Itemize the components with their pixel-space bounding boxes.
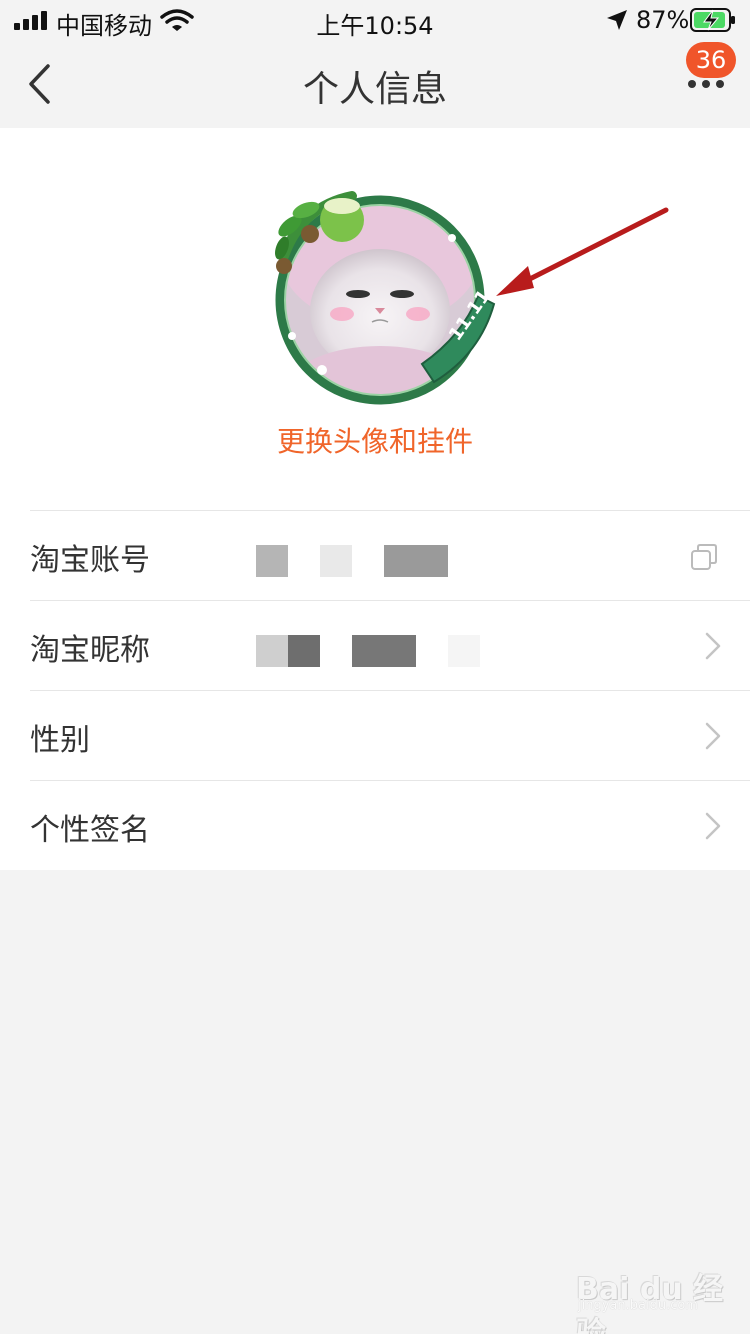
copy-icon[interactable]: [690, 543, 718, 571]
redacted-value: [256, 635, 288, 667]
row-label: 淘宝昵称: [30, 633, 150, 668]
page-title: 个人信息: [302, 69, 447, 110]
chevron-right-icon: [705, 812, 721, 840]
chevron-right-icon: [705, 632, 721, 660]
row-label: 淘宝账号: [30, 543, 150, 578]
more-icon[interactable]: [684, 78, 728, 92]
battery-charging-icon: [690, 8, 735, 32]
change-avatar-link[interactable]: 更换头像和挂件: [0, 420, 750, 460]
avatar[interactable]: 11.11: [262, 186, 498, 412]
annotation-arrow-icon: [496, 207, 669, 296]
redacted-value: [288, 635, 320, 667]
signature-row[interactable]: 个性签名: [30, 780, 750, 870]
redacted-value: [384, 545, 448, 577]
redacted-value: [352, 635, 416, 667]
redacted-value: [448, 635, 480, 667]
gender-row[interactable]: 性别: [30, 690, 750, 780]
status-bar: 中国移动 上午10:54 87%: [0, 0, 750, 40]
account-row[interactable]: 淘宝账号: [30, 510, 750, 600]
notification-badge: 36: [686, 42, 736, 78]
redacted-value: [256, 545, 288, 577]
row-label: 个性签名: [30, 813, 150, 848]
row-label: 性别: [30, 723, 90, 758]
redacted-value: [320, 545, 352, 577]
profile-info-list: 淘宝账号 淘宝昵称 性别 个性签名: [0, 510, 750, 870]
baidu-jingyan-watermark: Bai du 经验 jingyan.baidu.com: [576, 1256, 726, 1334]
nickname-row[interactable]: 淘宝昵称: [30, 600, 750, 690]
chevron-right-icon: [705, 722, 721, 750]
battery-percent: 87%: [636, 6, 690, 34]
watermark-sub: jingyan.baidu.com: [578, 1298, 698, 1313]
location-arrow-icon: [607, 10, 627, 30]
avatar-section: 11.11 更换头像和挂件: [0, 128, 750, 510]
nav-bar: 个人信息 36: [0, 40, 750, 128]
